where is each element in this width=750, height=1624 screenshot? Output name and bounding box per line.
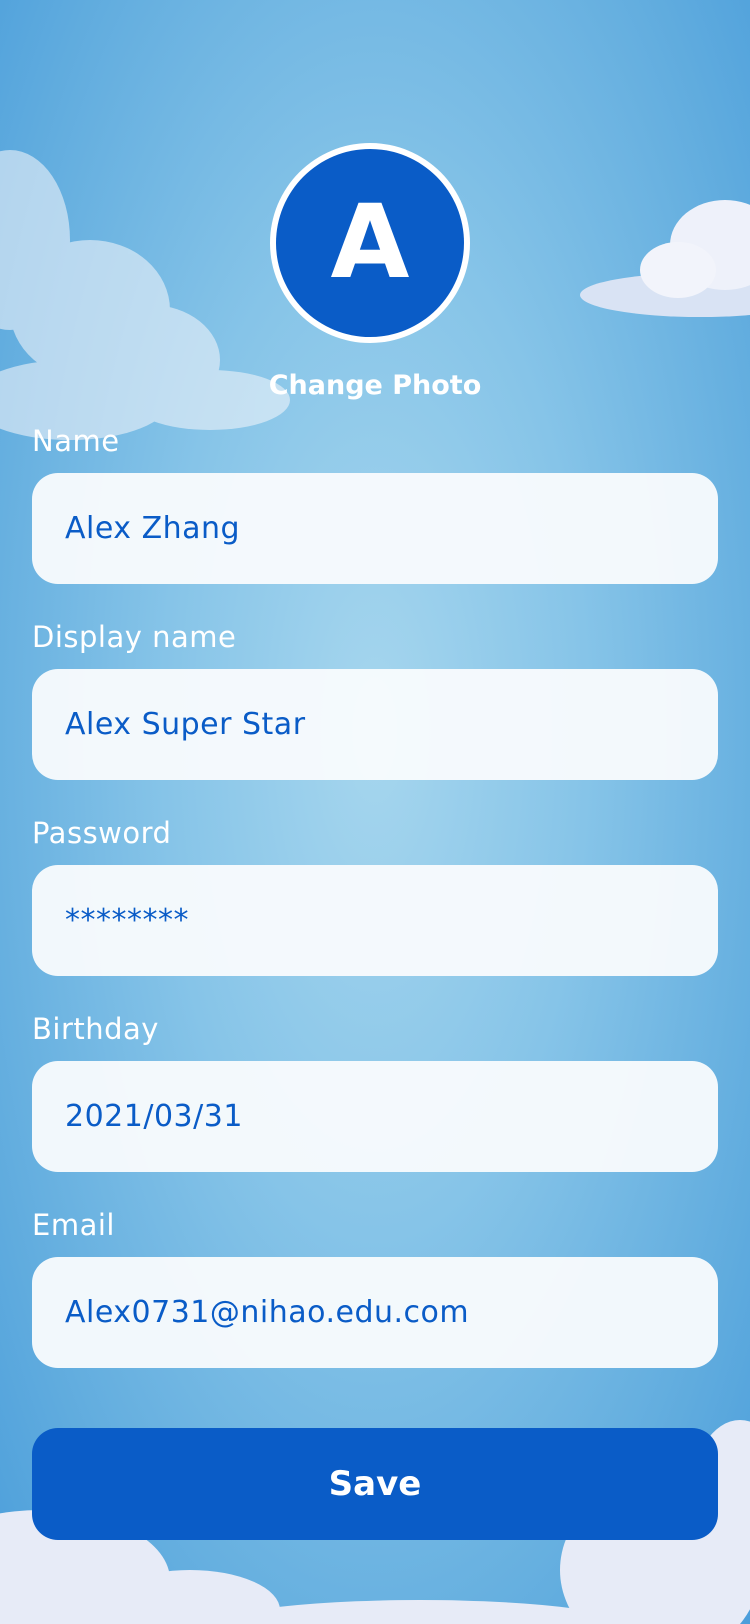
name-label: Name <box>32 424 120 458</box>
email-field[interactable]: Alex0731@nihao.edu.com <box>32 1257 718 1368</box>
save-button[interactable]: Save <box>32 1428 718 1540</box>
email-label: Email <box>32 1208 115 1242</box>
display-name-label: Display name <box>32 620 237 654</box>
cloud-right <box>580 200 750 317</box>
change-photo-link[interactable]: Change Photo <box>0 370 750 401</box>
avatar[interactable]: A <box>270 143 470 343</box>
display-name-field[interactable]: Alex Super Star <box>32 669 718 780</box>
avatar-initial: A <box>276 149 464 337</box>
birthday-field[interactable]: 2021/03/31 <box>32 1061 718 1172</box>
password-field[interactable]: ******** <box>32 865 718 976</box>
birthday-label: Birthday <box>32 1012 159 1046</box>
name-field[interactable]: Alex Zhang <box>32 473 718 584</box>
password-label: Password <box>32 816 172 850</box>
